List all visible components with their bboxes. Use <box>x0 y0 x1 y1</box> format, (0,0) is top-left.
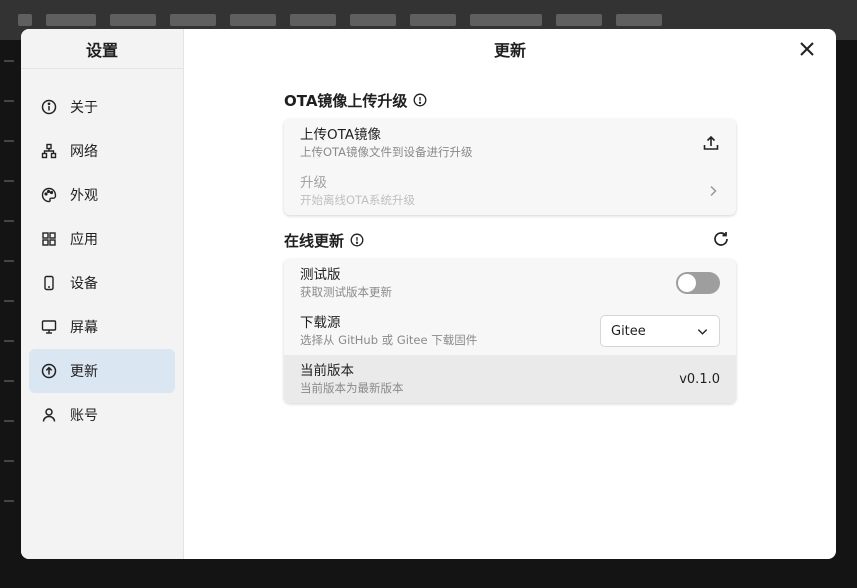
arrow-up-circle-icon <box>41 363 57 379</box>
current-version-value: v0.1.0 <box>679 371 720 387</box>
sidebar-title: 设置 <box>21 29 183 69</box>
current-version-desc: 当前版本为最新版本 <box>300 381 404 395</box>
user-icon <box>41 407 57 423</box>
sidebar-item-label: 屏幕 <box>70 320 98 336</box>
settings-nav: 关于 网络 外观 应用 设备 屏幕 更新 账号 <box>21 69 183 437</box>
settings-dialog: 设置 关于 网络 外观 应用 设备 屏幕 更新 账号 更新 OTA镜像上传升级 … <box>21 29 836 559</box>
sidebar-item-label: 账号 <box>70 408 98 424</box>
ota-card: 上传OTA镜像 上传OTA镜像文件到设备进行升级 升级 开始离线OTA系统升级 <box>284 119 736 215</box>
settings-sidebar: 设置 关于 网络 外观 应用 设备 屏幕 更新 账号 <box>21 29 184 559</box>
update-content: OTA镜像上传升级 上传OTA镜像 上传OTA镜像文件到设备进行升级 升级 开始… <box>284 89 736 417</box>
download-source-value: Gitee <box>611 323 646 339</box>
sidebar-item-update[interactable]: 更新 <box>29 349 175 393</box>
sidebar-item-label: 设备 <box>70 276 98 292</box>
sidebar-item-apps[interactable]: 应用 <box>29 217 175 261</box>
monitor-icon <box>41 319 57 335</box>
sidebar-item-label: 更新 <box>70 364 98 380</box>
online-heading-text: 在线更新 <box>284 231 345 250</box>
sidebar-item-account[interactable]: 账号 <box>29 393 175 437</box>
sidebar-item-screen[interactable]: 屏幕 <box>29 305 175 349</box>
refresh-icon[interactable] <box>712 230 730 248</box>
upload-ota-row[interactable]: 上传OTA镜像 上传OTA镜像文件到设备进行升级 <box>284 119 736 167</box>
download-source-desc: 选择从 GitHub 或 Gitee 下载固件 <box>300 333 478 347</box>
ota-heading-text: OTA镜像上传升级 <box>284 91 408 110</box>
beta-row: 测试版 获取测试版本更新 <box>284 259 736 307</box>
sidebar-item-label: 网络 <box>70 144 98 160</box>
sidebar-item-network[interactable]: 网络 <box>29 129 175 173</box>
sidebar-item-appearance[interactable]: 外观 <box>29 173 175 217</box>
current-version-row: 当前版本 当前版本为最新版本 v0.1.0 <box>284 355 736 403</box>
download-source-title: 下载源 <box>300 315 341 331</box>
settings-main-panel: 更新 OTA镜像上传升级 上传OTA镜像 上传OTA镜像文件到设备进行升级 升级… <box>184 29 836 559</box>
sidebar-item-label: 外观 <box>70 188 98 204</box>
download-source-select[interactable]: Gitee <box>600 315 720 347</box>
upload-icon[interactable] <box>702 134 720 152</box>
sidebar-item-device[interactable]: 设备 <box>29 261 175 305</box>
ota-section-heading: OTA镜像上传升级 <box>284 89 736 111</box>
sidebar-item-label: 应用 <box>70 232 98 248</box>
grid-icon <box>41 231 57 247</box>
info-circle-icon <box>41 99 57 115</box>
toggle-knob <box>678 274 696 292</box>
close-button[interactable] <box>798 40 816 58</box>
online-update-card: 测试版 获取测试版本更新 下载源 选择从 GitHub 或 Gitee 下载固件… <box>284 259 736 403</box>
info-icon[interactable] <box>413 93 427 107</box>
upload-ota-desc: 上传OTA镜像文件到设备进行升级 <box>300 145 473 159</box>
network-icon <box>41 143 57 159</box>
info-icon[interactable] <box>350 233 364 247</box>
palette-icon <box>41 187 57 203</box>
beta-title: 测试版 <box>300 267 341 283</box>
page-title: 更新 <box>493 41 526 60</box>
upload-ota-title: 上传OTA镜像 <box>300 127 382 143</box>
sidebar-item-label: 关于 <box>70 100 98 116</box>
close-icon <box>800 42 814 56</box>
sidebar-item-about[interactable]: 关于 <box>29 85 175 129</box>
upgrade-row[interactable]: 升级 开始离线OTA系统升级 <box>284 167 736 215</box>
upgrade-title: 升级 <box>300 175 327 191</box>
download-source-row: 下载源 选择从 GitHub 或 Gitee 下载固件 Gitee <box>284 307 736 355</box>
upgrade-desc: 开始离线OTA系统升级 <box>300 193 416 207</box>
phone-icon <box>41 275 57 291</box>
online-section-heading: 在线更新 <box>284 229 736 251</box>
beta-desc: 获取测试版本更新 <box>300 285 392 299</box>
chevron-down-icon <box>697 328 708 335</box>
chevron-right-icon <box>710 185 717 197</box>
beta-toggle[interactable] <box>676 272 720 294</box>
current-version-title: 当前版本 <box>300 363 354 379</box>
